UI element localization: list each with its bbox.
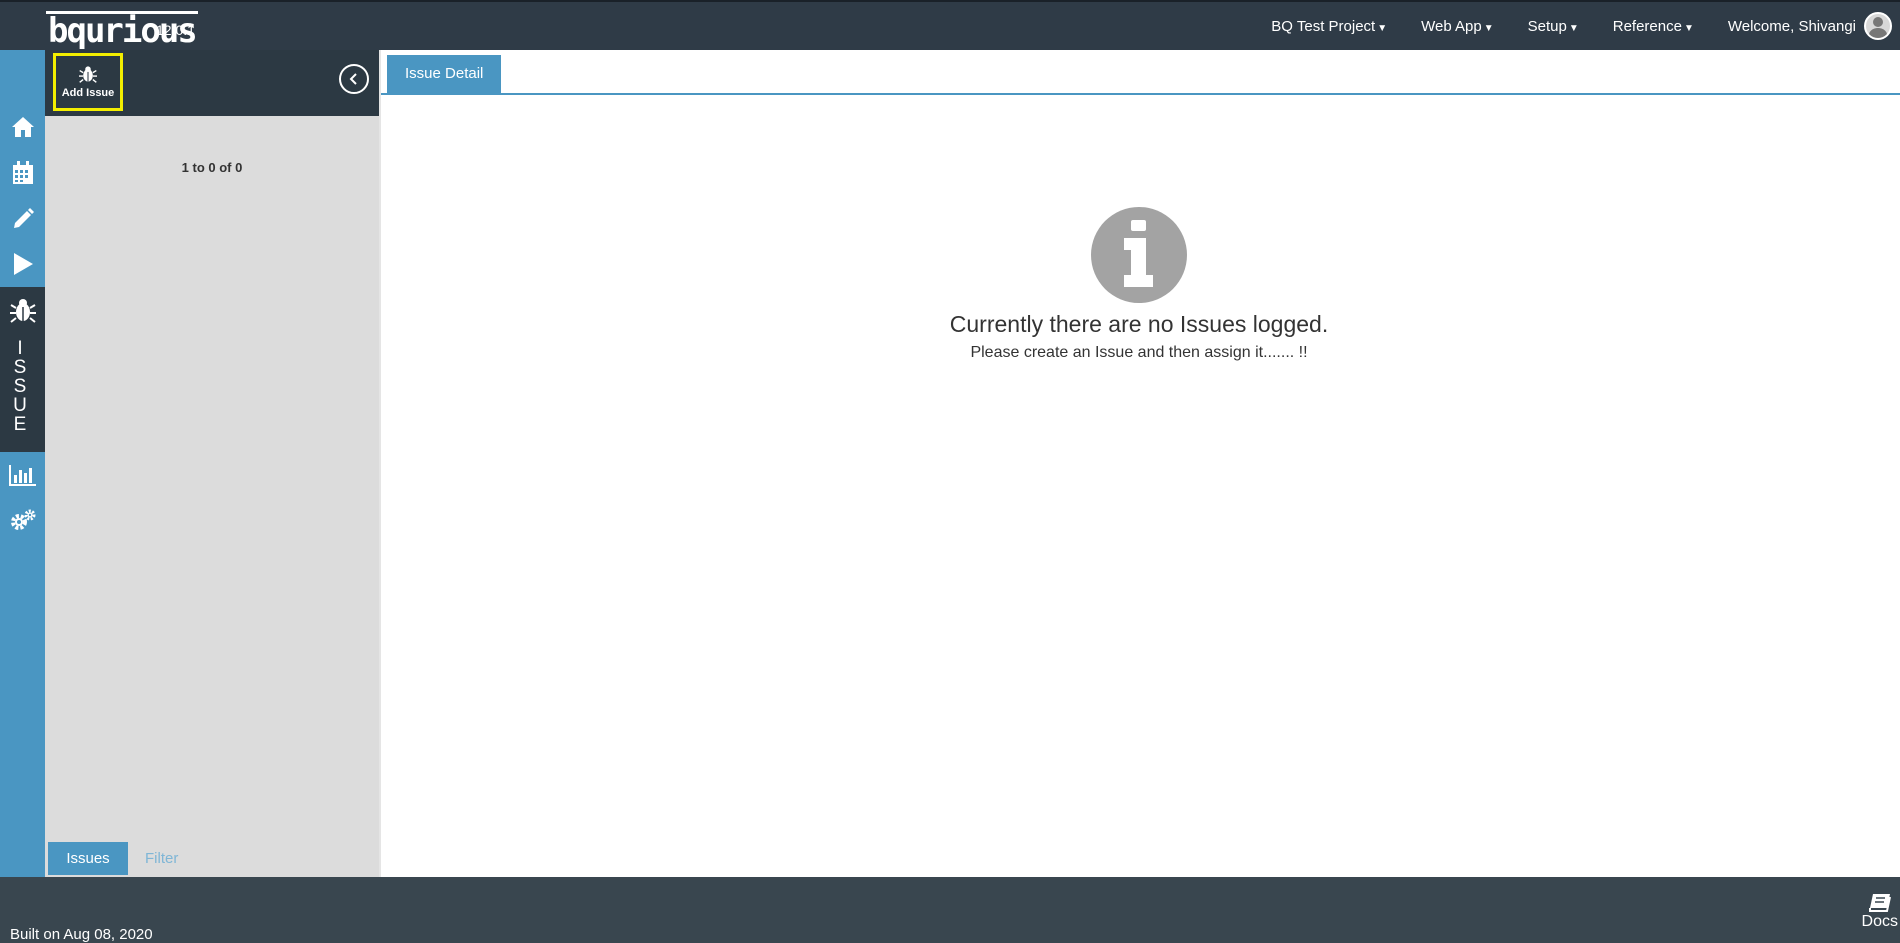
footer: Built on Aug 08, 2020 Docs [0,877,1900,943]
section-letter: I [17,338,23,359]
left-icon-rail: I S S U E [0,50,45,877]
menu-setup[interactable]: Setup ▼ [1528,18,1579,35]
build-date: Built on Aug 08, 2020 [10,926,153,943]
menu-project-label: BQ Test Project [1271,17,1376,35]
empty-state-subtitle: Please create an Issue and then assign i… [970,344,1308,361]
main-tabbar: Issue Detail [381,50,1900,95]
collapse-panel-button[interactable] [339,64,369,94]
empty-state-title: Currently there are no Issues logged. [949,311,1329,337]
menu-project[interactable]: BQ Test Project ▼ [1271,18,1387,35]
book-icon [1868,894,1891,912]
add-issue-label: Add Issue [61,87,115,99]
tab-issue-detail[interactable]: Issue Detail [387,55,502,93]
issue-list-panel: Add Issue 1 to 0 of 0 Issues Filter [45,50,379,877]
app-version: 12.0.1 [156,22,195,38]
pagination-status: 1 to 0 of 0 [181,160,243,175]
cogs-icon[interactable] [0,500,45,540]
bar-chart-icon[interactable] [0,455,45,495]
welcome-user[interactable]: Welcome, Shivangi [1728,18,1856,35]
menu-setup-label: Setup [1527,17,1567,35]
bug-icon[interactable] [0,290,45,330]
bug-icon [79,66,97,83]
docs-link[interactable]: Docs [1862,893,1898,931]
menu-reference[interactable]: Reference ▼ [1613,18,1694,35]
panel-header: Add Issue [45,50,379,116]
chevron-left-icon [349,73,357,85]
empty-state: Currently there are no Issues logged. Pl… [381,207,1897,362]
top-navbar: bqurious 12.0.1 BQ Test Project ▼ Web App… [0,0,1900,50]
section-letter: S [13,376,27,397]
calendar-icon[interactable] [0,153,45,193]
main-content: Issue Detail Currently there are no Issu… [379,50,1900,877]
tab-issues[interactable]: Issues [48,842,128,875]
pencil-icon[interactable] [0,199,45,239]
caret-down-icon: ▼ [1683,22,1694,34]
active-section-label: I S S U E [12,339,28,434]
play-icon[interactable] [0,244,45,284]
caret-down-icon: ▼ [1483,22,1494,34]
add-issue-button[interactable]: Add Issue [53,53,123,111]
tab-filter[interactable]: Filter [128,842,195,875]
top-menu: BQ Test Project ▼ Web App ▼ Setup ▼ Referen… [1271,2,1900,50]
caret-down-icon: ▼ [1377,22,1388,34]
home-icon[interactable] [0,107,45,147]
info-icon [1091,207,1187,303]
panel-tabs: Issues Filter [48,842,195,875]
docs-label: Docs [1861,913,1898,930]
section-letter: E [13,414,27,435]
section-letter: S [13,357,27,378]
user-avatar-icon[interactable] [1864,12,1892,40]
caret-down-icon: ▼ [1568,22,1579,34]
menu-web-app[interactable]: Web App ▼ [1421,18,1494,35]
menu-web-app-label: Web App [1421,17,1482,35]
section-letter: U [13,395,27,416]
menu-reference-label: Reference [1612,17,1682,35]
